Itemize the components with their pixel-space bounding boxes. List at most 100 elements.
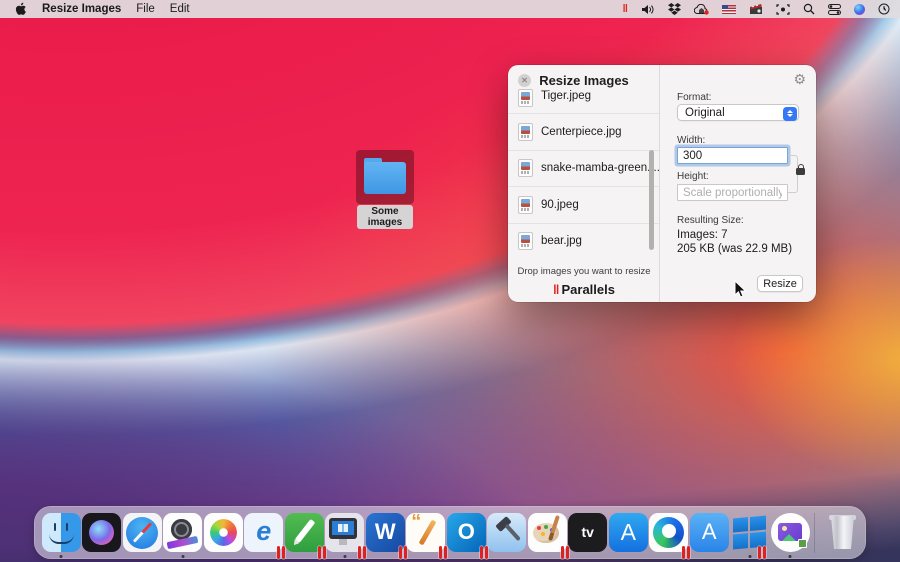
dock-item-parallels-desktop[interactable] — [325, 506, 366, 559]
parallels-badge-icon — [318, 546, 328, 559]
clock-icon[interactable] — [878, 2, 890, 16]
dock-item-video-recorder[interactable] — [163, 506, 204, 559]
apple-tv-icon: tv — [568, 513, 607, 552]
screen-capture-icon[interactable] — [776, 2, 790, 16]
list-scrollbar[interactable] — [649, 150, 654, 250]
mouse-cursor — [734, 280, 747, 304]
parallels-logo: ‖Parallels — [508, 282, 660, 297]
running-indicator — [748, 555, 751, 558]
height-input[interactable] — [677, 184, 788, 201]
parallels-badge-icon — [358, 546, 368, 559]
spotlight-search-icon[interactable] — [803, 2, 815, 16]
safari-icon — [123, 513, 162, 552]
dock-item-photos[interactable] — [203, 506, 244, 559]
running-indicator — [343, 555, 346, 558]
width-input[interactable] — [677, 147, 788, 164]
dock-item-siri[interactable] — [82, 506, 123, 559]
image-file-icon — [518, 232, 533, 250]
running-indicator — [60, 555, 63, 558]
parallels-badge-icon — [277, 546, 287, 559]
dock-item-paint[interactable] — [527, 506, 568, 559]
parallels-bars-icon: ‖ — [553, 282, 559, 297]
lock-icon[interactable] — [796, 168, 805, 175]
dock-item-word[interactable]: W — [365, 506, 406, 559]
proportions-link — [788, 155, 802, 193]
width-label: Width: — [677, 135, 705, 146]
menu-edit[interactable]: Edit — [170, 3, 190, 15]
dock-item-app-store[interactable]: A — [608, 506, 649, 559]
file-row[interactable]: Tiger.jpeg — [508, 88, 659, 114]
apple-menu-icon[interactable] — [15, 2, 27, 16]
desktop-folder[interactable] — [356, 150, 414, 204]
format-label: Format: — [677, 92, 711, 103]
size-summary: 205 KB (was 22.9 MB) — [677, 243, 792, 255]
file-name: Tiger.jpeg — [541, 90, 591, 102]
desktop-folder-label[interactable]: Some images — [357, 205, 413, 229]
app-store-icon: A — [609, 513, 648, 552]
format-dropdown[interactable]: Original — [677, 104, 799, 121]
file-name: bear.jpg — [541, 235, 582, 247]
gear-icon[interactable]: ⚙ — [793, 71, 806, 88]
video-recorder-icon — [163, 513, 202, 552]
xcode-icon — [487, 513, 526, 552]
file-list[interactable]: Tiger.jpeg Centerpiece.jpg snake-mamba-g… — [508, 88, 659, 259]
dropbox-icon[interactable] — [668, 2, 681, 16]
menu-file[interactable]: File — [136, 3, 155, 15]
file-row[interactable]: Centerpiece.jpg — [508, 114, 659, 151]
parallels-badge-icon — [439, 546, 449, 559]
screen: Resize Images File Edit ‖ — [0, 0, 900, 562]
parallels-indicator-icon[interactable]: ‖ — [623, 2, 629, 16]
file-list-pane: ✕ Resize Images Tiger.jpeg Centerpiece.j… — [508, 65, 660, 302]
dock-item-finder[interactable] — [41, 506, 82, 559]
dock: e W “ O tv A A — [34, 506, 866, 559]
file-row[interactable]: snake-mamba-green.... — [508, 151, 659, 188]
control-center-icon[interactable] — [828, 2, 841, 16]
file-name: Centerpiece.jpg — [541, 126, 622, 138]
parallels-badge-icon — [682, 546, 692, 559]
dock-item-edge[interactable] — [649, 506, 690, 559]
us-flag-icon[interactable] — [722, 2, 736, 16]
running-indicator — [789, 555, 792, 558]
dock-item-internet-explorer[interactable]: e — [244, 506, 285, 559]
parallels-badge-icon — [480, 546, 490, 559]
image-file-icon — [518, 89, 533, 107]
image-file-icon — [518, 123, 533, 141]
dock-item-apple-tv[interactable]: tv — [568, 506, 609, 559]
dock-item-resize-images[interactable] — [770, 506, 811, 559]
file-row[interactable]: 90.jpeg — [508, 187, 659, 224]
dock-item-green-pencil-app[interactable] — [284, 506, 325, 559]
resulting-size-label: Resulting Size: — [677, 215, 744, 226]
dock-item-trash[interactable] — [820, 506, 866, 559]
dock-item-app-store-outline[interactable]: A — [689, 506, 730, 559]
window-title: Resize Images — [508, 73, 660, 88]
dock-item-xcode[interactable] — [487, 506, 528, 559]
trash-icon — [823, 513, 862, 552]
dock-item-wordpad[interactable]: “ — [406, 506, 447, 559]
dropdown-stepper-icon — [783, 107, 797, 121]
volume-icon[interactable] — [642, 2, 655, 16]
height-label: Height: — [677, 171, 709, 182]
home-cloud-icon[interactable] — [694, 2, 709, 16]
file-row[interactable]: bear.jpg — [508, 224, 659, 260]
resize-images-app-icon — [771, 513, 810, 552]
recorder-icon[interactable] — [749, 2, 763, 16]
dock-separator — [814, 513, 815, 553]
dock-item-windows[interactable] — [730, 506, 771, 559]
dock-item-safari[interactable] — [122, 506, 163, 559]
resize-button[interactable]: Resize — [757, 275, 803, 292]
image-file-icon — [518, 159, 533, 177]
file-name: snake-mamba-green.... — [541, 162, 659, 174]
parallels-badge-icon — [399, 546, 409, 559]
siri-icon[interactable] — [854, 2, 865, 16]
finder-icon — [42, 513, 81, 552]
resize-images-window: ✕ Resize Images Tiger.jpeg Centerpiece.j… — [508, 65, 816, 302]
menu-bar: Resize Images File Edit ‖ — [0, 0, 900, 18]
parallels-badge-icon — [561, 546, 571, 559]
images-count: Images: 7 — [677, 229, 728, 241]
menu-app-name[interactable]: Resize Images — [42, 3, 121, 15]
image-file-icon — [518, 196, 533, 214]
running-indicator — [181, 555, 184, 558]
photos-icon — [204, 513, 243, 552]
dock-item-outlook[interactable]: O — [446, 506, 487, 559]
app-store-outline-icon: A — [690, 513, 729, 552]
